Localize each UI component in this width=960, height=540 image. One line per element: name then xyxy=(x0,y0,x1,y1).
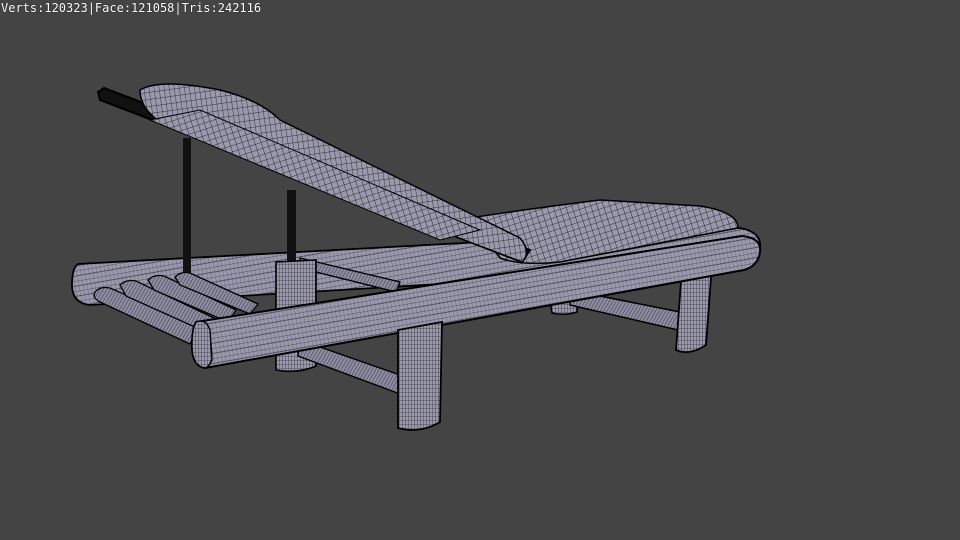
backrest[interactable] xyxy=(96,83,532,264)
mesh-stats-readout: Verts:120323|Face:121058|Tris:242116 xyxy=(1,1,262,15)
front-left-leg[interactable] xyxy=(397,320,443,431)
3d-viewport[interactable]: Verts:120323|Face:121058|Tris:242116 xyxy=(0,0,960,540)
lounger-wireframe-model[interactable] xyxy=(0,0,960,540)
